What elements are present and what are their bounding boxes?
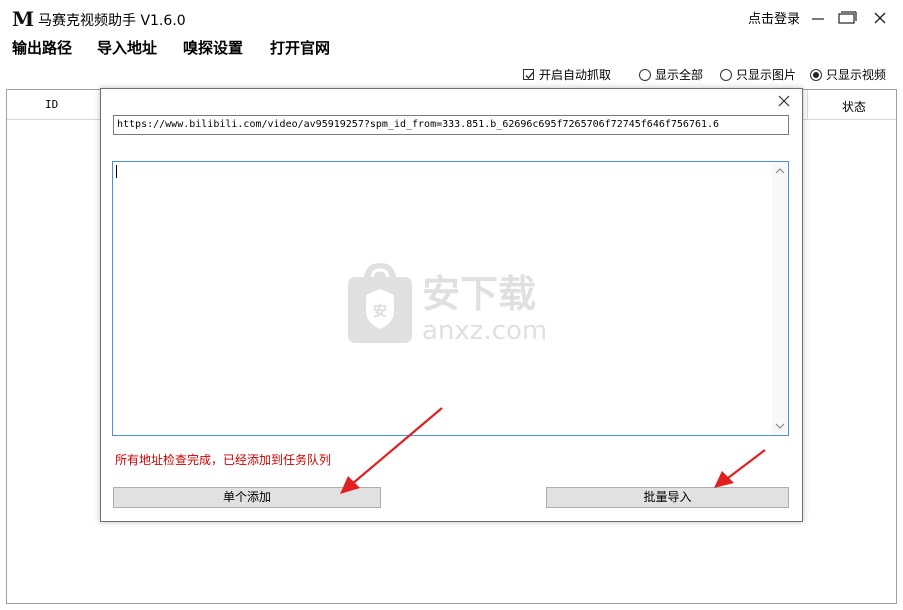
column-header-status[interactable]: 状态 [842,98,866,115]
column-divider [807,90,808,120]
app-title: 马赛克视频助手 V1.6.0 [38,13,186,29]
title-bar: M 马赛克视频助手 V1.6.0 点击登录 [0,0,903,36]
close-icon [874,12,886,24]
radio-circle-selected [810,69,822,81]
add-single-button[interactable]: 单个添加 [113,487,381,508]
maximize-icon [838,11,857,24]
watermark-logo: 安 安下载 anxz.com [348,263,547,345]
app-logo: M [12,7,34,31]
radio-circle [720,69,732,81]
checkmark-icon [525,72,534,79]
menu-import-address[interactable]: 导入地址 [97,38,157,58]
minimize-icon [812,18,824,20]
menu-output-path[interactable]: 输出路径 [12,38,72,58]
radio-images-only-label: 只显示图片 [736,68,797,82]
vertical-scrollbar[interactable] [772,162,788,435]
batch-import-button[interactable]: 批量导入 [546,487,789,508]
menu-open-website[interactable]: 打开官网 [270,38,330,58]
maximize-button[interactable] [834,6,862,30]
radio-videos-only-label: 只显示视频 [826,68,887,82]
status-message: 所有地址检查完成，已经添加到任务队列 [115,453,332,467]
radio-circle [639,69,651,81]
close-icon [778,95,790,107]
close-window-button[interactable] [866,6,894,30]
radio-show-all-label: 显示全部 [655,68,704,82]
svg-text:安: 安 [373,303,387,320]
menu-bar: 输出路径 导入地址 嗅探设置 打开官网 [0,36,903,60]
dialog-close-button[interactable] [773,91,795,111]
filter-options: 开启自动抓取 显示全部 只显示图片 只显示视频 [0,66,903,84]
menu-sniff-settings[interactable]: 嗅探设置 [183,38,243,58]
watermark-text: 安下载 [422,272,536,316]
checkbox-box [523,69,534,80]
url-input[interactable]: https://www.bilibili.com/video/av9591925… [113,115,789,135]
minimize-button[interactable] [804,6,832,30]
watermark-domain: anxz.com [422,316,547,345]
text-caret [116,165,117,178]
login-link[interactable]: 点击登录 [748,11,800,29]
scroll-down-icon[interactable] [774,420,786,432]
column-header-id[interactable]: ID [45,98,58,111]
auto-capture-label: 开启自动抓取 [539,68,612,82]
scroll-up-icon[interactable] [774,165,786,177]
